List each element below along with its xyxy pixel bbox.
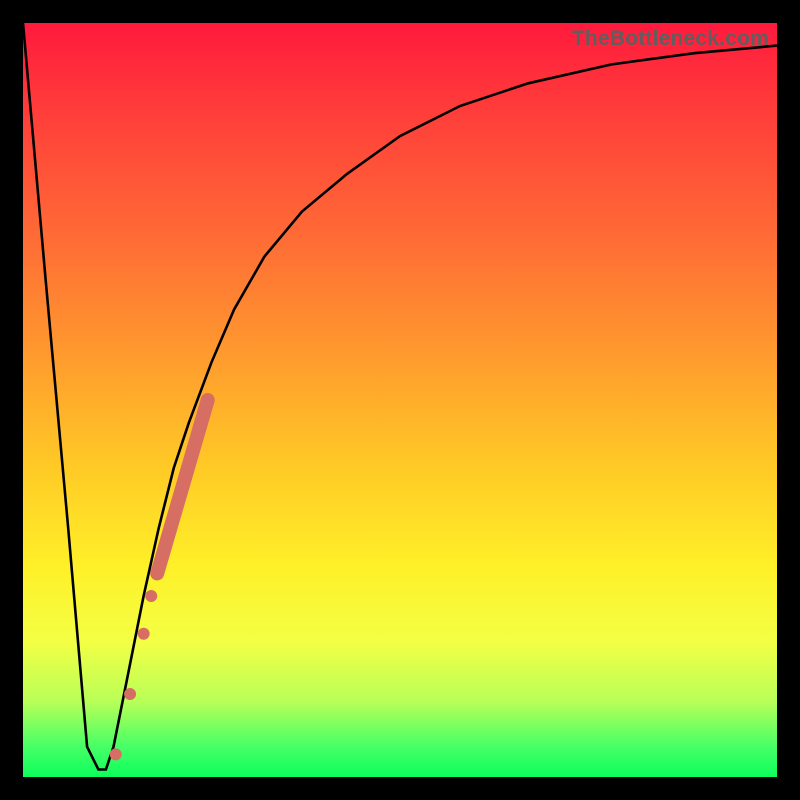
data-marker (110, 748, 122, 760)
curve-layer (23, 23, 777, 777)
chart-frame: TheBottleneck.com (0, 0, 800, 800)
plot-area: TheBottleneck.com (23, 23, 777, 777)
highlight-segment (157, 400, 208, 573)
bottleneck-curve (23, 23, 777, 770)
data-marker (124, 688, 136, 700)
data-marker (138, 628, 150, 640)
data-marker (145, 590, 157, 602)
